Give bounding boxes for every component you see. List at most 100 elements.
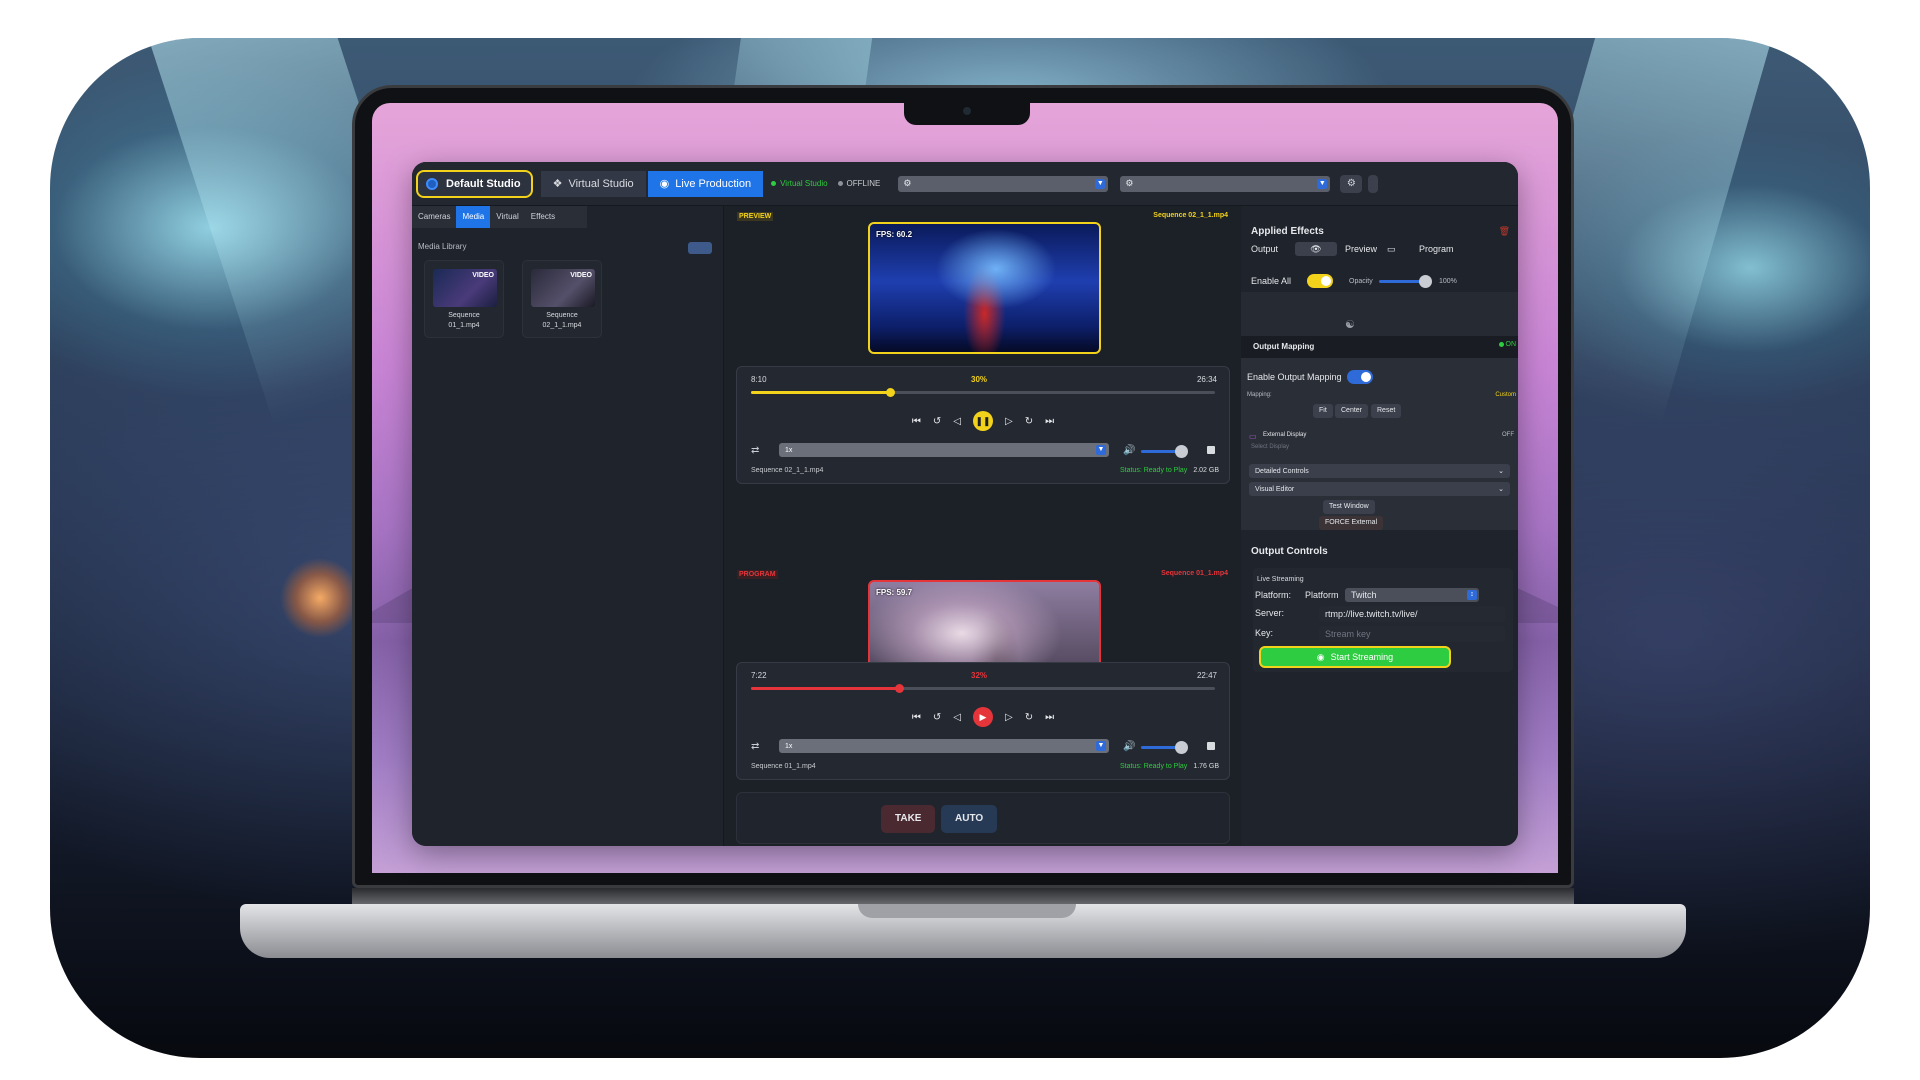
volume-handle[interactable] <box>1175 741 1188 754</box>
forward-10-icon[interactable]: ↻ <box>1025 712 1033 723</box>
monitor-icon[interactable]: ▭ <box>1387 242 1396 256</box>
server-field[interactable]: rtmp://live.twitch.tv/live/ <box>1319 606 1505 622</box>
media-name-line: Sequence <box>546 312 578 319</box>
force-external-button[interactable]: FORCE External <box>1319 516 1384 530</box>
source-select-2[interactable]: ⚙ ▼ <box>1120 175 1331 192</box>
tab-effects[interactable]: Effects <box>525 206 561 228</box>
platform-inner-label: Platform <box>1305 590 1339 600</box>
status-text: OFFLINE <box>846 179 881 188</box>
status-dot-icon <box>1499 342 1504 347</box>
center-button[interactable]: Center <box>1335 404 1369 418</box>
rewind-10-icon[interactable]: ↺ <box>933 712 941 723</box>
take-button[interactable]: TAKE <box>881 805 936 833</box>
media-item[interactable]: VIDEO Sequence 02_1_1.mp4 <box>522 260 602 338</box>
step-forward-icon[interactable]: ▷ <box>1005 712 1013 723</box>
detailed-controls-dropdown[interactable]: Detailed Controls ⌄ <box>1249 464 1510 478</box>
enable-all-label: Enable All <box>1251 276 1292 286</box>
volume-slider[interactable] <box>1141 741 1188 754</box>
fit-button[interactable]: Fit <box>1313 404 1333 418</box>
speed-select[interactable]: 1x ▼ <box>779 443 1109 457</box>
mapping-mode: Custom <box>1495 392 1516 398</box>
tab-cameras[interactable]: Cameras <box>412 206 456 228</box>
tab-virtual[interactable]: Virtual <box>490 206 525 228</box>
media-item[interactable]: VIDEO Sequence 01_1.mp4 <box>424 260 504 338</box>
volume-icon[interactable]: 🔊 <box>1123 445 1135 456</box>
auto-button[interactable]: AUTO <box>941 805 998 833</box>
stop-button[interactable] <box>1207 446 1215 454</box>
gear-icon: ⚙ <box>903 178 912 188</box>
server-label: Server: <box>1255 608 1285 618</box>
current-time: 7:22 <box>751 671 767 680</box>
chevron-down-icon: ▼ <box>1096 445 1106 455</box>
step-back-icon[interactable]: ◁ <box>953 416 961 427</box>
rewind-10-icon[interactable]: ↺ <box>933 416 941 427</box>
skip-back-icon[interactable]: ⏮ <box>912 712 921 723</box>
video-tag: VIDEO <box>472 272 494 279</box>
enable-all-toggle[interactable] <box>1307 274 1333 288</box>
gear-icon: ⚙ <box>1125 178 1134 188</box>
skip-forward-icon[interactable]: ⏭ <box>1045 712 1054 723</box>
volume-slider[interactable] <box>1141 445 1188 458</box>
media-name: Sequence 01_1.mp4 <box>425 311 503 331</box>
opacity-label: Opacity <box>1349 277 1373 285</box>
seek-handle[interactable] <box>895 684 904 693</box>
forward-10-icon[interactable]: ↻ <box>1025 416 1033 427</box>
status-dot-icon <box>837 181 843 186</box>
status-text: Status: Ready to Play <box>1119 763 1188 770</box>
tab-live-production[interactable]: ◉ Live Production <box>647 170 764 197</box>
loop-icon[interactable]: ⇄ <box>751 741 759 752</box>
display-icon: ▭ <box>1249 432 1257 441</box>
seek-fill <box>751 687 899 690</box>
program-option[interactable]: Program <box>1419 242 1454 256</box>
stop-button[interactable] <box>1207 742 1215 750</box>
test-window-button[interactable]: Test Window <box>1323 500 1375 514</box>
source-select-1[interactable]: ⚙ ▼ <box>898 175 1109 192</box>
transport-controls: ⏮ ↺ ◁ ▶ ▷ ↻ ⏭ <box>737 707 1229 727</box>
studio-selector-button[interactable]: Default Studio <box>416 169 533 198</box>
tab-media[interactable]: Media <box>456 206 491 228</box>
start-streaming-button[interactable]: ◉ Start Streaming <box>1259 646 1451 668</box>
output-mapping-body: Enable Output Mapping Mapping: Custom Fi… <box>1241 358 1518 530</box>
seek-bar[interactable] <box>751 684 1215 693</box>
status-text: Status: Ready to Play <box>1119 467 1188 474</box>
chevron-down-icon: ▼ <box>1096 741 1106 751</box>
select-display[interactable]: Select Display <box>1251 444 1289 450</box>
volume-icon[interactable]: 🔊 <box>1123 741 1135 752</box>
skip-back-icon[interactable]: ⏮ <box>912 416 921 427</box>
seek-bar[interactable] <box>751 388 1215 397</box>
preview-monitor[interactable]: FPS: 60.2 <box>868 222 1101 354</box>
pause-button[interactable]: ❚❚ <box>973 411 993 431</box>
opacity-handle[interactable] <box>1419 275 1432 288</box>
sidebar-toggle-button[interactable] <box>1368 174 1379 193</box>
player-file-name: Sequence 02_1_1.mp4 <box>751 467 824 474</box>
effects-placeholder-icon: ☯ <box>1345 319 1355 331</box>
skip-forward-icon[interactable]: ⏭ <box>1045 416 1054 427</box>
live-streaming-label: Live Streaming <box>1257 576 1304 583</box>
step-forward-icon[interactable]: ▷ <box>1005 416 1013 427</box>
left-panel: Cameras Media Virtual Effects Media Libr… <box>412 206 724 846</box>
step-back-icon[interactable]: ◁ <box>953 712 961 723</box>
platform-label: Platform: <box>1255 590 1292 600</box>
volume-handle[interactable] <box>1175 445 1188 458</box>
tab-virtual-studio[interactable]: ❖ Virtual Studio <box>540 170 646 197</box>
play-button[interactable]: ▶ <box>973 707 993 727</box>
settings-button[interactable]: ⚙ <box>1340 174 1363 193</box>
media-name: Sequence 02_1_1.mp4 <box>523 311 601 331</box>
seek-fill <box>751 391 890 394</box>
speed-select[interactable]: 1x ▼ <box>779 739 1109 753</box>
program-label: PROGRAM <box>737 570 778 579</box>
loop-icon[interactable]: ⇄ <box>751 445 759 456</box>
stream-key-field[interactable]: Stream key <box>1319 626 1505 642</box>
seek-handle[interactable] <box>886 388 895 397</box>
eye-toggle[interactable]: 👁 <box>1295 242 1337 256</box>
preview-option[interactable]: Preview <box>1345 242 1377 256</box>
reset-button[interactable]: Reset <box>1371 404 1402 418</box>
platform-select[interactable]: Twitch ↕ <box>1345 588 1479 602</box>
trash-icon[interactable]: 🗑 <box>1499 226 1510 237</box>
enable-mapping-toggle[interactable] <box>1347 370 1373 384</box>
visual-editor-dropdown[interactable]: Visual Editor ⌄ <box>1249 482 1510 496</box>
opacity-slider[interactable] <box>1379 275 1432 288</box>
add-media-button[interactable] <box>688 242 712 254</box>
current-time: 8:10 <box>751 375 767 384</box>
dropdown-label: Detailed Controls <box>1255 467 1309 475</box>
